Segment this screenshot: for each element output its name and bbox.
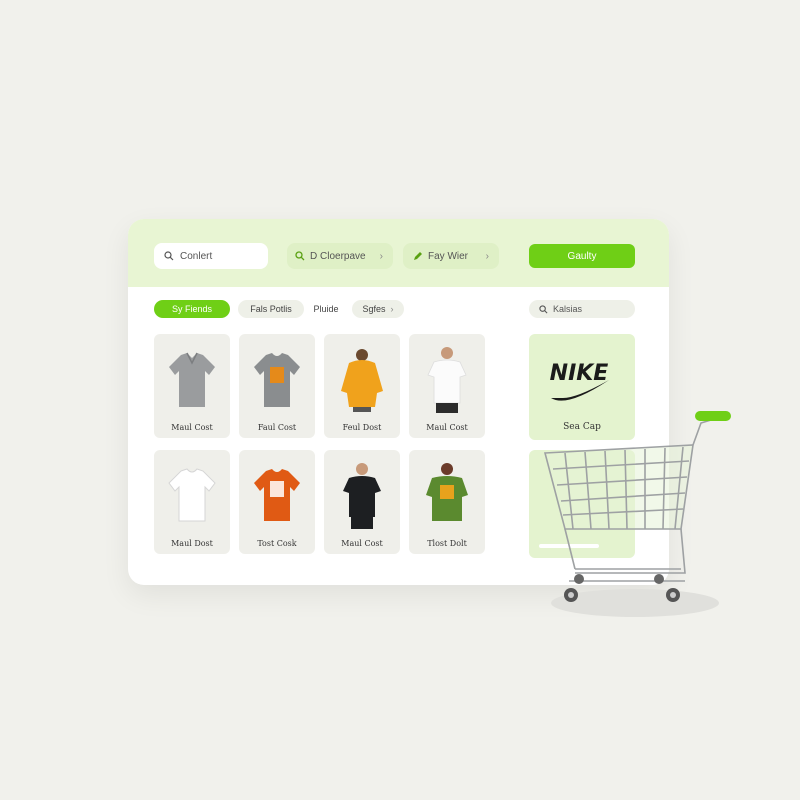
product-card[interactable]: Maul Cost — [324, 450, 400, 554]
yellow-hoodie-icon — [332, 344, 392, 416]
product-label: Maul Cost — [171, 423, 213, 432]
chevron-right-icon: › — [390, 304, 394, 314]
product-card[interactable]: Feul Dost — [324, 334, 400, 438]
category-dropdown[interactable]: D Cloerpave › — [287, 243, 393, 269]
filter-tab-4[interactable]: Sgfes › — [352, 300, 404, 318]
category-dropdown-text: D Cloerpave — [310, 250, 366, 262]
filter-tab-2[interactable]: Fals Potlis — [238, 300, 304, 318]
chevron-right-icon: › — [379, 250, 383, 262]
product-card[interactable]: Tlost Dolt — [409, 450, 485, 554]
green-tshirt-model-icon — [417, 460, 477, 532]
product-card[interactable]: Faul Cost — [239, 334, 315, 438]
white-tshirt-model-icon — [417, 344, 477, 416]
product-label: Faul Cost — [257, 423, 297, 432]
product-card[interactable]: Maul Cost — [154, 334, 230, 438]
product-label: Tost Cosk — [257, 539, 297, 548]
product-label: Feul Dost — [342, 423, 382, 432]
shopping-cart-icon — [543, 411, 731, 617]
search-icon — [539, 304, 548, 313]
search-icon — [164, 251, 174, 261]
filter-tab-4-label: Sgfes — [362, 304, 386, 314]
product-label: Maul Dost — [171, 539, 213, 548]
orange-graphic-tshirt-icon — [247, 460, 307, 532]
grey-graphic-tshirt-icon — [247, 344, 307, 416]
sidebar-search-text: Kalsias — [553, 304, 583, 314]
search-field[interactable]: Conlert — [154, 243, 268, 269]
filter-tab-1[interactable]: Sy Fiends — [154, 300, 230, 318]
sidebar-search-input[interactable]: Kalsias — [529, 300, 635, 318]
pay-dropdown[interactable]: Fay Wier › — [403, 243, 499, 269]
product-label: Maul Cost — [426, 423, 468, 432]
pay-dropdown-text: Fay Wier — [428, 250, 468, 262]
product-card[interactable]: Maul Dost — [154, 450, 230, 554]
product-card[interactable]: Tost Cosk — [239, 450, 315, 554]
primary-action-button[interactable]: Gaulty — [529, 244, 635, 268]
top-bar: Conlert D Cloerpave › Fay Wier › Gaulty — [128, 219, 669, 287]
brand-logo-text: NIKE — [550, 361, 609, 386]
grey-polo-shirt-icon — [162, 344, 222, 416]
product-label: Maul Cost — [341, 539, 383, 548]
search-field-text: Conlert — [180, 250, 213, 262]
pencil-icon — [414, 252, 422, 260]
product-card[interactable]: Maul Cost — [409, 334, 485, 438]
filter-tab-3[interactable]: Pluide — [312, 300, 340, 318]
black-tshirt-model-icon — [332, 460, 392, 532]
nike-logo: NIKE — [550, 361, 609, 401]
product-label: Tlost Dolt — [427, 539, 467, 548]
white-tshirt-icon — [162, 460, 222, 532]
search-icon — [295, 251, 305, 261]
chevron-right-icon: › — [485, 250, 489, 262]
